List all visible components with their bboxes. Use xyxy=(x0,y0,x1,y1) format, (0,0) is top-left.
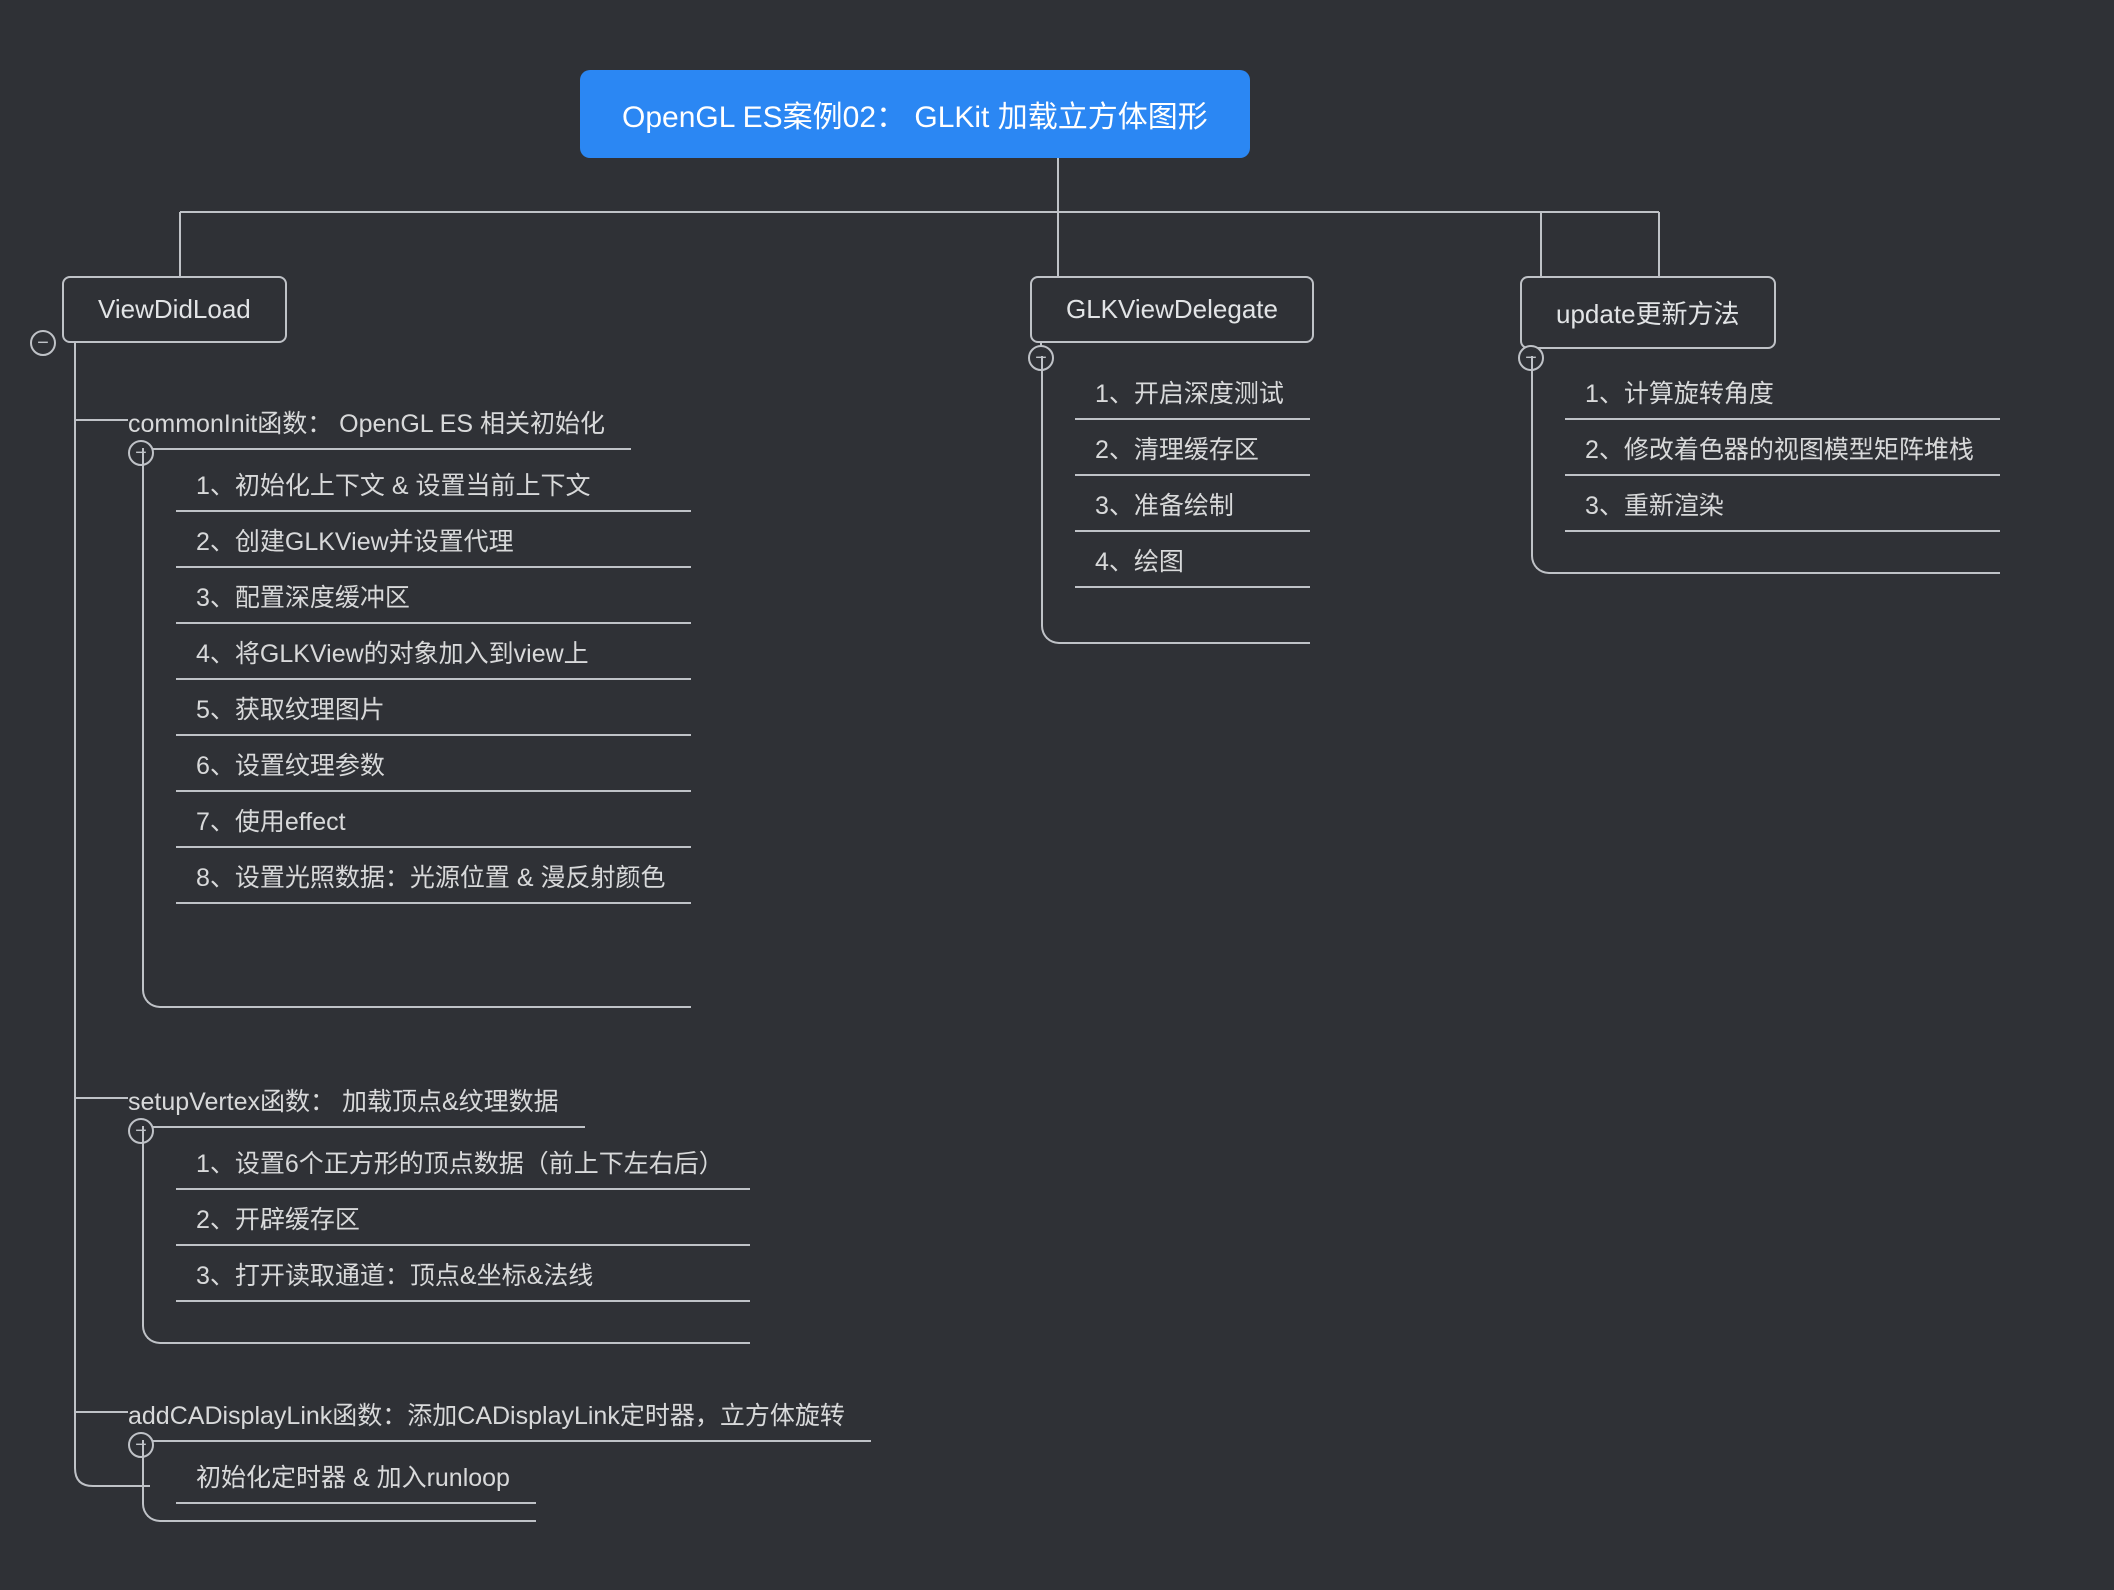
branch-glkviewdelegate[interactable]: GLKViewDelegate xyxy=(1030,276,1314,343)
root-node[interactable]: OpenGL ES案例02： GLKit 加载立方体图形 xyxy=(580,70,1250,158)
list-item: 初始化定时器 & 加入runloop xyxy=(144,1448,536,1504)
list-item: 2、修改着色器的视图模型矩阵堆栈 xyxy=(1533,420,2000,476)
list-item: 2、创建GLKView并设置代理 xyxy=(144,512,691,568)
section-setupvertex-list: 1、设置6个正方形的顶点数据（前上下左右后） 2、开辟缓存区 3、打开读取通道：… xyxy=(142,1126,750,1344)
glkviewdelegate-list: 1、开启深度测试 2、清理缓存区 3、准备绘制 4、绘图 xyxy=(1041,356,1310,644)
update-list: 1、计算旋转角度 2、修改着色器的视图模型矩阵堆栈 3、重新渲染 xyxy=(1531,356,2000,574)
list-item: 1、设置6个正方形的顶点数据（前上下左右后） xyxy=(144,1134,750,1190)
list-item: 5、获取纹理图片 xyxy=(144,680,691,736)
branch-update[interactable]: update更新方法 xyxy=(1520,276,1776,349)
list-item: 1、开启深度测试 xyxy=(1043,364,1310,420)
list-item: 4、将GLKView的对象加入到view上 xyxy=(144,624,691,680)
list-item: 2、开辟缓存区 xyxy=(144,1190,750,1246)
section-addcadisplaylink-title: addCADisplayLink函数：添加CADisplayLink定时器，立方… xyxy=(100,1386,871,1442)
list-item: 1、计算旋转角度 xyxy=(1533,364,2000,420)
section-setupvertex-title: setupVertex函数： 加载顶点&纹理数据 xyxy=(100,1072,585,1128)
section-addcadisplaylink-list: 初始化定时器 & 加入runloop xyxy=(142,1440,536,1522)
section-commoninit-list: 1、初始化上下文 & 设置当前上下文 2、创建GLKView并设置代理 3、配置… xyxy=(142,448,691,1008)
list-item: 4、绘图 xyxy=(1043,532,1310,588)
list-item: 2、清理缓存区 xyxy=(1043,420,1310,476)
section-commoninit-title: commonInit函数： OpenGL ES 相关初始化 xyxy=(100,394,631,450)
list-item: 6、设置纹理参数 xyxy=(144,736,691,792)
list-item: 8、设置光照数据：光源位置 & 漫反射颜色 xyxy=(144,848,691,904)
list-item: 3、打开读取通道：顶点&坐标&法线 xyxy=(144,1246,750,1302)
list-item: 3、配置深度缓冲区 xyxy=(144,568,691,624)
list-item: 3、准备绘制 xyxy=(1043,476,1310,532)
list-item: 7、使用effect xyxy=(144,792,691,848)
collapse-icon[interactable]: − xyxy=(30,330,56,356)
list-item: 1、初始化上下文 & 设置当前上下文 xyxy=(144,456,691,512)
list-item: 3、重新渲染 xyxy=(1533,476,2000,532)
branch-viewdidload[interactable]: ViewDidLoad xyxy=(62,276,287,343)
